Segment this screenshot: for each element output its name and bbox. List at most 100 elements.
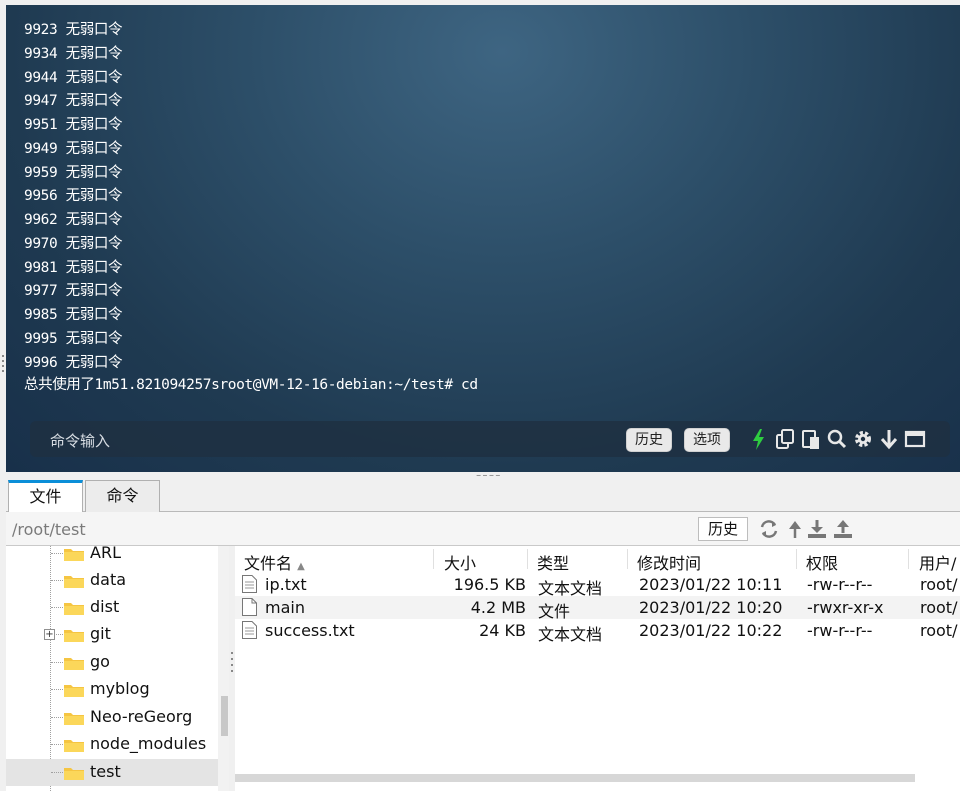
file-mtime: 2023/01/22 10:20 xyxy=(639,598,783,617)
folder-icon xyxy=(64,685,84,697)
search-icon[interactable] xyxy=(826,427,848,451)
column-header-type[interactable]: 类型 xyxy=(537,550,569,574)
tree-item-neo-regeorg[interactable]: Neo-reGeorg xyxy=(6,704,218,731)
terminal-line: 9934 无弱口令 xyxy=(24,45,123,62)
tree-item-arl[interactable]: ARL xyxy=(6,546,218,567)
tree-connector xyxy=(51,607,63,608)
file-list[interactable]: 文件名 ▲ 大小 类型 修改时间 权限 用户/ ip.txt 196.5 KB … xyxy=(235,546,960,791)
tree-item-git[interactable]: + git xyxy=(6,621,218,648)
folder-icon xyxy=(64,713,84,725)
column-header-size[interactable]: 大小 xyxy=(444,550,476,574)
upload-icon[interactable] xyxy=(832,518,854,540)
file-permissions: -rwxr-xr-x xyxy=(807,598,884,617)
folder-icon xyxy=(64,576,84,588)
file-row[interactable]: ip.txt 196.5 KB 文本文档 2023/01/22 10:11 -r… xyxy=(235,573,960,598)
terminal-output: 9923 无弱口令 9934 无弱口令 9944 无弱口令 9947 无弱口令 … xyxy=(24,19,122,375)
file-name: ip.txt xyxy=(265,575,307,594)
folder-icon xyxy=(64,768,84,780)
download-icon[interactable] xyxy=(806,518,828,540)
file-name: main xyxy=(265,598,305,617)
command-input[interactable]: 命令输入 xyxy=(50,430,110,451)
terminal-line: 9923 无弱口令 xyxy=(24,22,123,38)
lightning-icon[interactable] xyxy=(748,427,770,451)
sort-ascending-icon: ▲ xyxy=(297,561,305,572)
file-row[interactable]: success.txt 24 KB 文本文档 2023/01/22 10:22 … xyxy=(235,619,960,644)
file-permissions: -rw-r--r-- xyxy=(807,621,873,640)
folder-icon xyxy=(64,658,84,670)
resize-grip[interactable] xyxy=(0,352,6,372)
tree-item-node-modules[interactable]: node_modules xyxy=(6,731,218,758)
file-row[interactable]: main 4.2 MB 文件 2023/01/22 10:20 -rwxr-xr… xyxy=(235,596,960,621)
tree-connector xyxy=(51,772,63,773)
tab-commands[interactable]: 命令 xyxy=(85,480,160,512)
path-input[interactable]: /root/test xyxy=(12,520,86,539)
file-mtime: 2023/01/22 10:22 xyxy=(639,621,783,640)
file-permissions: -rw-r--r-- xyxy=(807,575,873,594)
options-button[interactable]: 选项 xyxy=(684,428,730,452)
terminal-line: 9970 无弱口令 xyxy=(24,235,123,252)
tree-connector xyxy=(51,744,63,745)
file-size: 196.5 KB xyxy=(453,575,526,594)
column-header-mtime[interactable]: 修改时间 xyxy=(637,550,701,574)
tree-item-go[interactable]: go xyxy=(6,649,218,676)
arrow-down-icon[interactable] xyxy=(878,427,900,451)
file-name: success.txt xyxy=(265,621,355,640)
expand-icon[interactable]: + xyxy=(44,629,55,640)
tree-item-myblog[interactable]: myblog xyxy=(6,676,218,703)
window-icon[interactable] xyxy=(904,427,926,451)
terminal-line: 9959 无弱口令 xyxy=(24,164,123,181)
terminal-line: 9947 无弱口令 xyxy=(24,93,123,110)
path-history-button[interactable]: 历史 xyxy=(698,517,748,541)
command-input-bar[interactable]: 命令输入 历史 选项 xyxy=(30,421,950,457)
terminal-line: 9981 无弱口令 xyxy=(24,259,123,276)
terminal-line: 9962 无弱口令 xyxy=(24,212,123,228)
history-button[interactable]: 历史 xyxy=(626,428,672,452)
file-list-header: 文件名 ▲ 大小 类型 修改时间 权限 用户/ xyxy=(235,546,960,574)
text-file-icon xyxy=(242,621,257,639)
folder-icon xyxy=(64,630,84,642)
tree-item-label: myblog xyxy=(90,679,150,698)
terminal-line: 9944 无弱口令 xyxy=(24,69,123,86)
terminal-line: 9956 无弱口令 xyxy=(24,188,123,205)
tree-item-label: git xyxy=(90,624,111,643)
horizontal-scrollbar[interactable] xyxy=(235,774,915,782)
tree-item-data[interactable]: data xyxy=(6,567,218,594)
tree-item-test[interactable]: test xyxy=(6,759,218,786)
tree-item-label: ARL xyxy=(90,546,121,562)
folder-icon xyxy=(64,740,84,752)
tree-item-label: dist xyxy=(90,597,120,616)
refresh-icon[interactable] xyxy=(758,518,780,540)
terminal-prompt-line[interactable]: 总共使用了1m51.821094257sroot@VM-12-16-debian… xyxy=(24,373,478,394)
terminal-panel[interactable]: 9923 无弱口令 9934 无弱口令 9944 无弱口令 9947 无弱口令 … xyxy=(6,5,960,472)
column-header-permissions[interactable]: 权限 xyxy=(806,550,838,574)
tree-item-label: go xyxy=(90,652,110,671)
tree-item-label: test xyxy=(90,762,121,781)
tree-connector xyxy=(51,580,63,581)
terminal-line: 9977 无弱口令 xyxy=(24,283,123,300)
tree-connector xyxy=(51,717,63,718)
folder-icon xyxy=(64,549,84,561)
file-user: root/ xyxy=(920,598,958,617)
gear-icon[interactable] xyxy=(852,427,874,451)
paste-icon[interactable] xyxy=(800,427,822,451)
panel-tabs: 文件 命令 xyxy=(6,476,960,513)
file-icon xyxy=(242,598,257,616)
up-arrow-icon[interactable] xyxy=(784,518,806,540)
file-size: 4.2 MB xyxy=(470,598,526,617)
file-user: root/ xyxy=(920,575,958,594)
path-bar: /root/test 历史 xyxy=(6,512,960,546)
file-user: root/ xyxy=(920,621,958,640)
tree-item-label: Neo-reGeorg xyxy=(90,707,193,726)
terminal-line: 9949 无弱口令 xyxy=(24,140,123,157)
copy-icon[interactable] xyxy=(774,427,796,451)
column-header-user[interactable]: 用户/ xyxy=(919,550,956,574)
terminal-line: 9995 无弱口令 xyxy=(24,330,123,347)
text-file-icon xyxy=(242,575,257,593)
file-type: 文本文档 xyxy=(538,625,603,644)
tree-item-dist[interactable]: dist xyxy=(6,594,218,621)
folder-icon xyxy=(64,603,84,615)
column-header-name[interactable]: 文件名 ▲ xyxy=(244,550,305,574)
tab-files[interactable]: 文件 xyxy=(8,480,83,513)
tree-scrollbar-thumb[interactable] xyxy=(221,696,228,736)
directory-tree[interactable]: ARL data dist + git go myblog Neo-reGeor… xyxy=(6,546,231,791)
